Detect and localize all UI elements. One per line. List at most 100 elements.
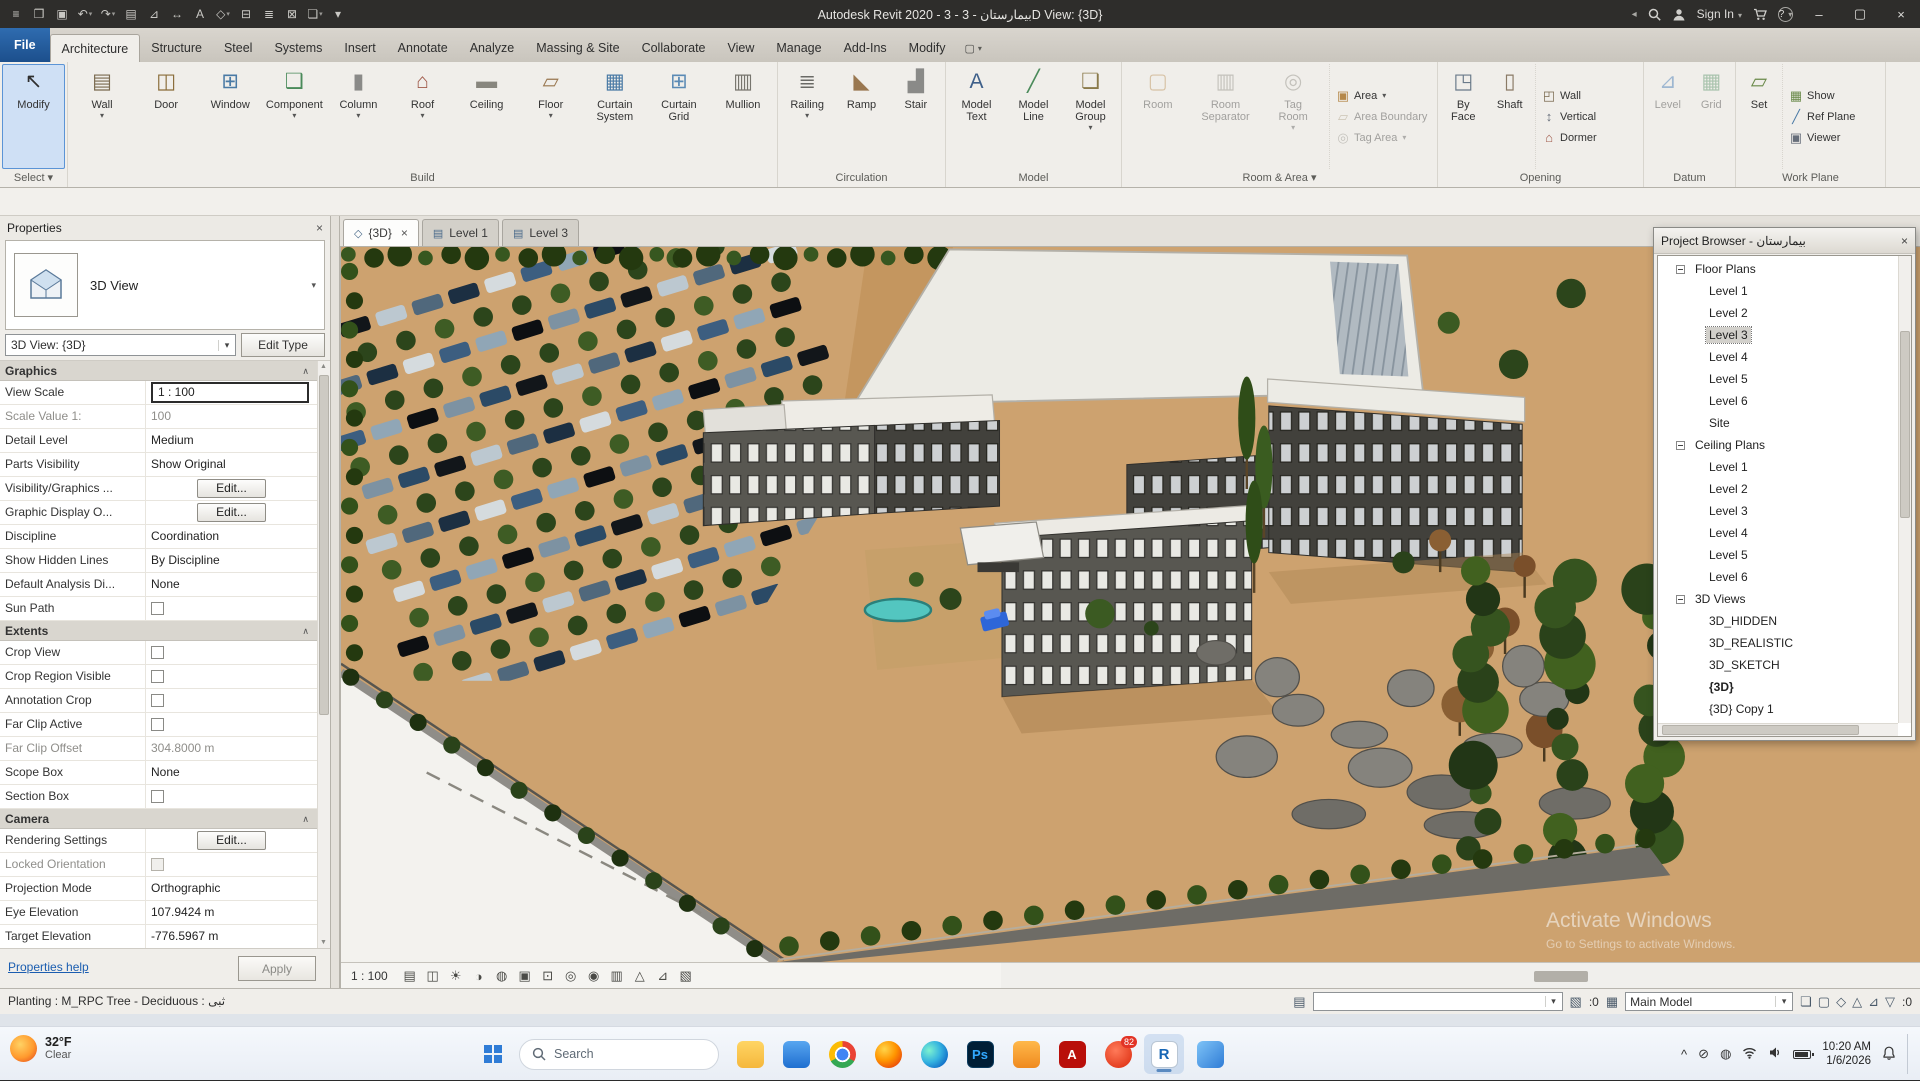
property-value[interactable]: 1 : 100 — [146, 381, 317, 404]
ribbon-tab[interactable]: Systems — [263, 34, 333, 62]
ribbon-tab[interactable]: Steel — [213, 34, 264, 62]
property-row[interactable]: Default Analysis Di... None — [0, 573, 317, 597]
property-row[interactable]: Target Elevation -776.5967 m — [0, 925, 317, 948]
property-row[interactable]: View Scale 1 : 100 — [0, 381, 317, 405]
stair-button[interactable]: ▟ Stair ▾ — [889, 64, 943, 169]
panel-label[interactable]: Model — [946, 169, 1121, 187]
area-button[interactable]: ▣ Area ▾ — [1334, 86, 1435, 106]
scrollbar-thumb[interactable] — [1534, 971, 1588, 982]
measure-icon[interactable]: ⊿ — [143, 3, 165, 25]
show-crop-region-icon[interactable]: ⊡ — [538, 966, 558, 986]
help-icon[interactable]: ? — [1778, 7, 1793, 22]
panel-label[interactable]: Build — [68, 169, 777, 187]
save-icon[interactable]: ▣ — [51, 3, 73, 25]
horizontal-scrollbar[interactable] — [1001, 962, 1920, 989]
temporary-hide-isolate-icon[interactable]: ◎ — [561, 966, 581, 986]
door-button[interactable]: ◫ Door ▾ — [134, 64, 198, 169]
property-row[interactable]: Parts Visibility Show Original — [0, 453, 317, 477]
view-tab[interactable]: ▤ Level 1 — [422, 219, 499, 246]
tree-item[interactable]: Level 3 — [1658, 500, 1898, 522]
property-value[interactable]: None — [146, 761, 317, 784]
links-toggle-icon[interactable]: ⊿ — [1868, 994, 1879, 1010]
property-row[interactable]: Locked Orientation — [0, 853, 317, 877]
collapse-caret-icon[interactable]: ◂ — [1632, 9, 1637, 20]
tree-item[interactable]: Level 3 — [1658, 324, 1898, 346]
wall-opening-button[interactable]: ◰ Wall ▾ — [1540, 86, 1641, 106]
worksets-icon[interactable]: ▤ — [1293, 994, 1305, 1010]
property-value[interactable] — [146, 641, 317, 664]
property-row[interactable]: Scope Box None — [0, 761, 317, 785]
by-face-button[interactable]: ◳ By Face ▾ — [1440, 64, 1487, 169]
property-value[interactable] — [146, 665, 317, 688]
area-boundary-button[interactable]: ▱ Area Boundary ▾ — [1334, 107, 1435, 127]
checkbox[interactable] — [151, 694, 164, 707]
thin-lines-icon[interactable]: ≣ — [258, 3, 280, 25]
tree-item[interactable]: Level 5 — [1658, 368, 1898, 390]
visual-style-icon[interactable]: ◫ — [423, 966, 443, 986]
tree-item[interactable]: Floor Plans — [1658, 258, 1898, 280]
properties-header[interactable]: Properties × — [0, 216, 330, 240]
property-row[interactable]: Crop Region Visible — [0, 665, 317, 689]
tree-item[interactable]: Level 5 — [1658, 544, 1898, 566]
properties-scrollbar[interactable] — [317, 361, 330, 948]
property-value[interactable]: Orthographic — [146, 877, 317, 900]
application-menu-icon[interactable]: ≡ — [5, 3, 27, 25]
clock[interactable]: 10:20 AM 1/6/2026 — [1822, 1040, 1871, 1068]
panel-label[interactable]: Select ▾ — [0, 169, 67, 187]
mullion-button[interactable]: ▥ Mullion ▾ — [711, 64, 775, 169]
print-icon[interactable]: ▤ — [120, 3, 142, 25]
restore-button[interactable]: ▢ — [1845, 0, 1875, 28]
viewer-button[interactable]: ▣ Viewer ▾ — [1787, 128, 1883, 148]
revit-icon[interactable]: R — [1144, 1034, 1184, 1074]
panel-label[interactable]: Work Plane — [1736, 169, 1885, 187]
taskbar-search[interactable]: Search — [519, 1039, 719, 1070]
property-value[interactable] — [146, 689, 317, 712]
weather-widget[interactable]: 32°F Clear — [10, 1035, 72, 1062]
show-work-plane-button[interactable]: ▦ Show ▾ — [1787, 86, 1883, 106]
panel-label[interactable]: Room & Area ▾ — [1122, 169, 1437, 187]
wall-button[interactable]: ▤ Wall ▾ — [70, 64, 134, 169]
section-icon[interactable]: ⊟ — [235, 3, 257, 25]
checkbox[interactable] — [151, 602, 164, 615]
property-row[interactable]: Annotation Crop — [0, 689, 317, 713]
property-row[interactable]: Far Clip Active — [0, 713, 317, 737]
ribbon-tab[interactable]: Collaborate — [631, 34, 717, 62]
editable-only-icon[interactable]: ▧ — [1570, 994, 1582, 1010]
tree-item[interactable]: Site — [1658, 412, 1898, 434]
section-header-extents[interactable]: Extents ∧ — [0, 621, 317, 641]
wifi-icon[interactable] — [1742, 1046, 1757, 1062]
dormer-opening-button[interactable]: ⌂ Dormer ▾ — [1540, 128, 1641, 148]
property-row[interactable]: Sun Path — [0, 597, 317, 621]
reveal-hidden-elements-icon[interactable]: ◉ — [584, 966, 604, 986]
palette-divider[interactable] — [331, 216, 340, 988]
curtain-system-button[interactable]: ▦ Curtain System ▾ — [583, 64, 647, 169]
detail-level-icon[interactable]: ▤ — [400, 966, 420, 986]
tree-item[interactable]: 3D_REALISTIC — [1658, 632, 1898, 654]
property-value[interactable]: 100 — [146, 405, 317, 428]
tree-item[interactable]: Level 1 — [1658, 280, 1898, 302]
active-workset-select[interactable]: ▾ — [1313, 992, 1563, 1011]
ribbon-tab[interactable]: Modify — [898, 34, 957, 62]
worksharing-display-icon[interactable]: ▧ — [676, 966, 696, 986]
model-line-button[interactable]: ╱ Model Line ▾ — [1005, 64, 1062, 169]
opera-icon[interactable]: 82 — [1098, 1034, 1138, 1074]
exclude-options-icon[interactable]: ❏ — [1800, 994, 1812, 1010]
view-tab[interactable]: ▤ Level 3 — [502, 219, 579, 246]
ramp-button[interactable]: ◣ Ramp ▾ — [834, 64, 888, 169]
checkbox[interactable] — [151, 858, 164, 871]
section-header-camera[interactable]: Camera ∧ — [0, 809, 317, 829]
panel-label[interactable]: Datum — [1644, 169, 1735, 187]
close-icon[interactable]: × — [316, 221, 323, 235]
user-icon[interactable] — [1672, 8, 1686, 21]
checkbox[interactable] — [151, 790, 164, 803]
property-value[interactable]: Medium — [146, 429, 317, 452]
tree-item[interactable]: Level 2 — [1658, 302, 1898, 324]
tree-item[interactable]: Ceiling Plans — [1658, 434, 1898, 456]
property-value[interactable]: -776.5967 m — [146, 925, 317, 948]
edge-icon[interactable] — [914, 1034, 954, 1074]
switch-windows-icon[interactable]: ❏ — [304, 3, 326, 25]
type-selector[interactable]: 3D View ▾ — [5, 240, 325, 330]
tree-item[interactable]: 3D Views — [1658, 588, 1898, 610]
ribbon-tab[interactable]: Insert — [333, 34, 386, 62]
acrobat-icon[interactable]: A — [1052, 1034, 1092, 1074]
